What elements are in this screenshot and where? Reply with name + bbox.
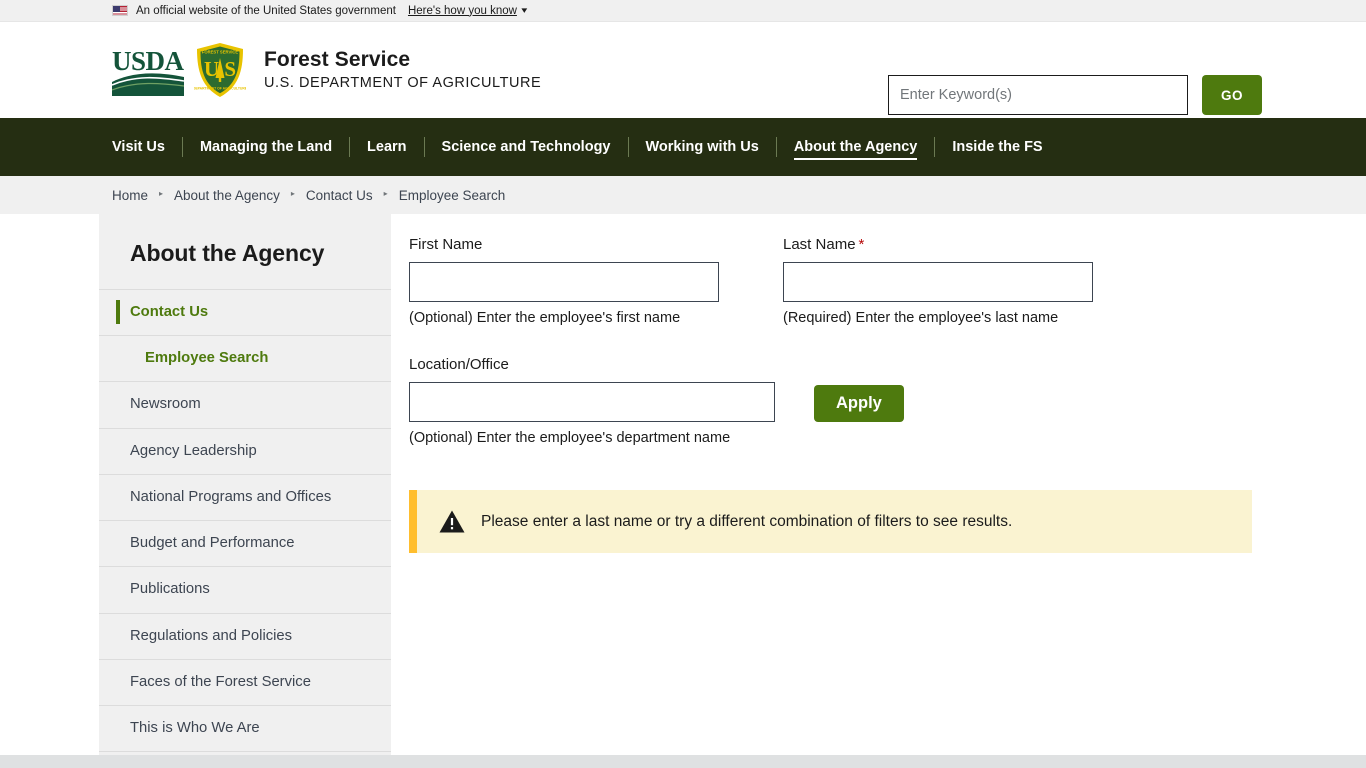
no-results-alert: Please enter a last name or try a differ… — [409, 490, 1252, 553]
required-asterisk: * — [858, 236, 865, 253]
nav-item-about-the-agency[interactable]: About the Agency — [793, 135, 918, 160]
nav-separator — [627, 137, 629, 157]
usa-banner-text: An official website of the United States… — [136, 4, 396, 17]
sidebar-item-budget-and-performance[interactable]: Budget and Performance — [99, 520, 391, 566]
nav-item-learn[interactable]: Learn — [367, 135, 407, 159]
last-name-label-text: Last Name — [783, 236, 856, 253]
heres-how-you-know-link[interactable]: Here's how you know — [408, 5, 517, 17]
name-fields-row: First Name (Optional) Enter the employee… — [409, 236, 1366, 326]
nav-separator — [349, 137, 351, 157]
brand-lockup[interactable]: USDA U S FOREST SERVICE DEPARTMENT OF AG… — [112, 42, 541, 98]
sidebar-item-national-programs-and-offices[interactable]: National Programs and Offices — [99, 473, 391, 520]
search-go-button[interactable]: GO — [1202, 75, 1262, 115]
svg-text:FOREST SERVICE: FOREST SERVICE — [202, 50, 239, 55]
svg-text:DEPARTMENT OF AGRICULTURE: DEPARTMENT OF AGRICULTURE — [194, 87, 246, 91]
nav-item-visit-us[interactable]: Visit Us — [112, 135, 165, 159]
breadcrumb-separator: ▸ — [290, 189, 295, 198]
nav-separator — [934, 137, 936, 157]
breadcrumb-item-employee-search: Employee Search — [398, 187, 506, 203]
nav-item-science-and-technology[interactable]: Science and Technology — [442, 135, 611, 159]
footer-band — [0, 755, 1366, 768]
chevron-down-icon[interactable]: ▾ — [521, 5, 527, 16]
sidebar-title: About the Agency — [130, 240, 325, 266]
nav-item-inside-the-fs[interactable]: Inside the FS — [952, 135, 1042, 159]
location-label: Location/Office — [409, 356, 509, 373]
header-search: GO — [888, 75, 1262, 115]
sidebar-item-employee-search[interactable]: Employee Search — [99, 335, 391, 381]
last-name-hint: (Required) Enter the employee's last nam… — [783, 310, 1059, 326]
site-subtitle: U.S. DEPARTMENT OF AGRICULTURE — [264, 75, 542, 92]
first-name-label: First Name — [409, 236, 483, 253]
sidebar-item-this-is-who-we-are[interactable]: This is Who We Are — [99, 705, 391, 753]
nav-separator — [423, 137, 425, 157]
first-name-group: First Name (Optional) Enter the employee… — [409, 236, 751, 326]
breadcrumb-item-about-the-agency[interactable]: About the Agency — [174, 188, 280, 203]
nav-separator — [181, 137, 183, 157]
sidebar-item-contact-us[interactable]: Contact Us — [99, 289, 391, 335]
last-name-label: Last Name * — [783, 236, 1125, 253]
sidebar-item-publications[interactable]: Publications — [99, 566, 391, 612]
sidebar-item-faces-of-the-forest-service[interactable]: Faces of the Forest Service — [99, 658, 391, 705]
location-row: Location/Office (Optional) Enter the emp… — [409, 356, 1366, 446]
search-input[interactable] — [888, 75, 1188, 115]
location-input[interactable] — [409, 382, 775, 422]
last-name-input[interactable] — [783, 262, 1093, 302]
sidebar-item-newsroom[interactable]: Newsroom — [99, 381, 391, 427]
us-flag-icon — [112, 5, 128, 16]
site-header: USDA U S FOREST SERVICE DEPARTMENT OF AG… — [0, 22, 1366, 118]
nav-item-managing-the-land[interactable]: Managing the Land — [200, 135, 332, 159]
breadcrumb: Home ▸ About the Agency ▸ Contact Us ▸ Employe… — [0, 176, 1366, 214]
sidebar: About the Agency Contact Us Employee Sear… — [99, 214, 391, 767]
warning-triangle-icon — [439, 510, 465, 533]
apply-button[interactable]: Apply — [814, 385, 904, 422]
nav-separator — [775, 137, 777, 157]
page-body: About the Agency Contact Us Employee Sear… — [0, 214, 1366, 767]
usa-official-banner: An official website of the United States… — [0, 0, 1366, 22]
svg-text:USDA: USDA — [112, 46, 184, 76]
site-title: Forest Service — [264, 48, 411, 72]
sidebar-item-agency-leadership[interactable]: Agency Leadership — [99, 427, 391, 474]
first-name-input[interactable] — [409, 262, 719, 302]
last-name-group: Last Name * (Required) Enter the employee… — [783, 236, 1125, 326]
main-content: First Name (Optional) Enter the employee… — [391, 214, 1366, 553]
primary-navigation: Visit Us Managing the Land Learn Science an… — [0, 118, 1366, 176]
breadcrumb-separator: ▸ — [159, 189, 164, 198]
breadcrumb-item-contact-us[interactable]: Contact Us — [306, 188, 373, 203]
alert-message: Please enter a last name or try a differ… — [481, 512, 1013, 530]
location-hint: (Optional) Enter the employee's departme… — [409, 430, 731, 446]
sidebar-item-regulations-and-policies[interactable]: Regulations and Policies — [99, 612, 391, 659]
forest-service-shield-icon: U S FOREST SERVICE DEPARTMENT OF AGRICUL… — [194, 43, 246, 97]
brand-text: Forest Service U.S. DEPARTMENT OF AGRICU… — [264, 48, 541, 92]
usda-logo: USDA — [112, 46, 184, 96]
first-name-hint: (Optional) Enter the employee's first na… — [409, 310, 681, 326]
breadcrumb-item-home[interactable]: Home — [112, 188, 148, 203]
breadcrumb-separator: ▸ — [383, 189, 388, 198]
location-group: Location/Office (Optional) Enter the emp… — [409, 356, 781, 446]
nav-item-working-with-us[interactable]: Working with Us — [646, 135, 759, 159]
